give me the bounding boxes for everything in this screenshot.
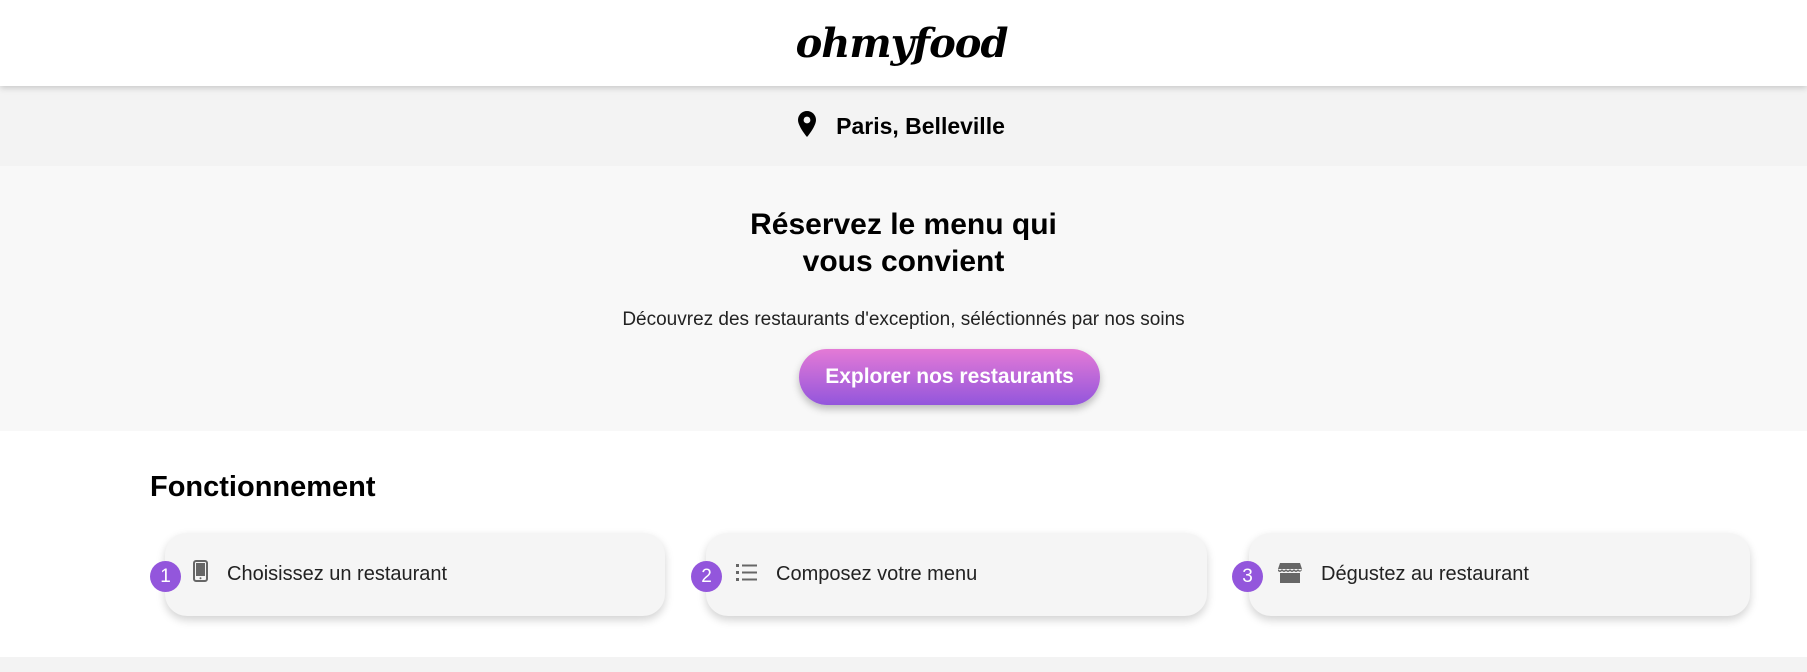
site-header: ohmyfood (0, 0, 1807, 86)
step-number-3: 3 (1232, 561, 1263, 592)
step-label-3: Dégustez au restaurant (1321, 563, 1529, 585)
location-bar: Paris, Belleville (0, 86, 1807, 166)
explore-restaurants-button[interactable]: Explorer nos restaurants (799, 349, 1100, 405)
hero-subtitle: Découvrez des restaurants d'exception, s… (622, 309, 1185, 330)
next-section-edge (0, 657, 1807, 672)
store-icon (1278, 563, 1302, 588)
list-icon (736, 564, 757, 586)
location: Paris, Belleville (798, 110, 1005, 142)
logo[interactable]: ohmyfood (796, 20, 1009, 67)
smartphone-icon (193, 560, 208, 587)
location-text: Paris, Belleville (836, 112, 1005, 139)
step-number-2: 2 (691, 561, 722, 592)
step-label-2: Composez votre menu (776, 563, 978, 585)
hero-title-line1: Réservez le menu qui (750, 208, 1057, 241)
step-number-1: 1 (150, 561, 181, 592)
section-title: Fonctionnement (150, 471, 376, 503)
how-it-works-section: Fonctionnement 1 Choisissez un restauran… (0, 431, 1807, 657)
map-pin-icon (798, 110, 817, 142)
step-label-1: Choisissez un restaurant (227, 563, 448, 585)
hero-section: Réservez le menu qui vous convient Décou… (0, 166, 1807, 431)
hero-title-line2: vous convient (802, 245, 1005, 278)
hero-title: Réservez le menu qui vous convient (0, 206, 1807, 280)
